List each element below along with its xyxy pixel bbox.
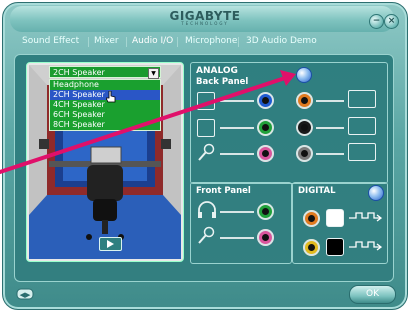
- tab-separator: [238, 37, 239, 47]
- ok-button[interactable]: OK: [349, 285, 396, 304]
- option-8ch-speaker[interactable]: 8CH Speaker: [50, 120, 160, 130]
- tab-audio-io[interactable]: Audio I/O: [132, 36, 173, 46]
- speaker-icon: [197, 92, 215, 110]
- back-jack-black[interactable]: [296, 119, 313, 136]
- back-jack-orange[interactable]: [296, 92, 313, 109]
- hand-cursor-icon: [106, 91, 116, 103]
- connector-line: [220, 127, 254, 129]
- microphone-icon: [198, 143, 215, 161]
- tab-microphone[interactable]: Microphone: [185, 36, 237, 46]
- digital-coaxial-jack[interactable]: [303, 210, 320, 227]
- tab-separator: [88, 37, 89, 47]
- speaker-pair-icon: [348, 90, 376, 108]
- brand-subtitle: TECHNOLOGY: [181, 21, 229, 26]
- connector-line: [316, 100, 344, 102]
- connector-line: [316, 153, 344, 155]
- connector-line: [220, 237, 254, 239]
- digital-optical-jack[interactable]: [303, 239, 320, 256]
- connector-line: [220, 211, 254, 213]
- spdif-optical-icon: [326, 238, 344, 256]
- back-jack-green[interactable]: [257, 119, 274, 136]
- microphone-icon: [198, 226, 215, 244]
- option-headphone[interactable]: Headphone: [50, 80, 160, 90]
- speaker-config-value: 2CH Speaker: [53, 68, 105, 77]
- speaker-config-options: Headphone 2CH Speaker 4CH Speaker 6CH Sp…: [49, 79, 161, 131]
- tab-separator: [126, 37, 127, 47]
- tab-mixer[interactable]: Mixer: [94, 36, 119, 46]
- speaker-config-select[interactable]: 2CH Speaker ▼: [49, 66, 161, 79]
- back-jack-blue[interactable]: [257, 92, 274, 109]
- headphone-icon: [198, 201, 216, 218]
- digital-signal-icon: [349, 241, 382, 251]
- option-4ch-speaker[interactable]: 4CH Speaker: [50, 100, 160, 110]
- option-2ch-speaker[interactable]: 2CH Speaker: [50, 90, 160, 100]
- connector-line: [220, 100, 254, 102]
- back-jack-gray[interactable]: [296, 145, 313, 162]
- analog-title: ANALOG: [196, 66, 238, 76]
- tab-separator: [177, 37, 178, 47]
- spdif-coaxial-icon: [326, 209, 344, 227]
- tray-icon[interactable]: ◀▶: [16, 288, 34, 300]
- front-jack-green[interactable]: [257, 203, 274, 220]
- tab-sound-effect[interactable]: Sound Effect: [22, 36, 79, 46]
- play-button[interactable]: [99, 237, 122, 251]
- front-panel-label: Front Panel: [196, 186, 251, 196]
- tab-3d-audio-demo[interactable]: 3D Audio Demo: [246, 36, 317, 46]
- svg-text:◀▶: ◀▶: [20, 291, 31, 299]
- digital-label: DIGITAL: [298, 186, 336, 196]
- front-jack-pink[interactable]: [257, 229, 274, 246]
- chevron-down-icon[interactable]: ▼: [148, 68, 159, 79]
- digital-signal-icon: [349, 212, 382, 222]
- back-jack-pink[interactable]: [257, 145, 274, 162]
- speaker-icon: [197, 119, 215, 137]
- speaker-pair-icon: [348, 117, 376, 135]
- option-6ch-speaker[interactable]: 6CH Speaker: [50, 110, 160, 120]
- speaker-pair-icon: [348, 143, 376, 161]
- info-button[interactable]: [368, 185, 384, 201]
- close-button[interactable]: ×: [384, 14, 399, 29]
- minimize-button[interactable]: −: [369, 14, 384, 29]
- info-button[interactable]: [296, 67, 312, 83]
- connector-line: [220, 153, 254, 155]
- connector-line: [316, 127, 344, 129]
- back-panel-label: Back Panel: [196, 77, 249, 87]
